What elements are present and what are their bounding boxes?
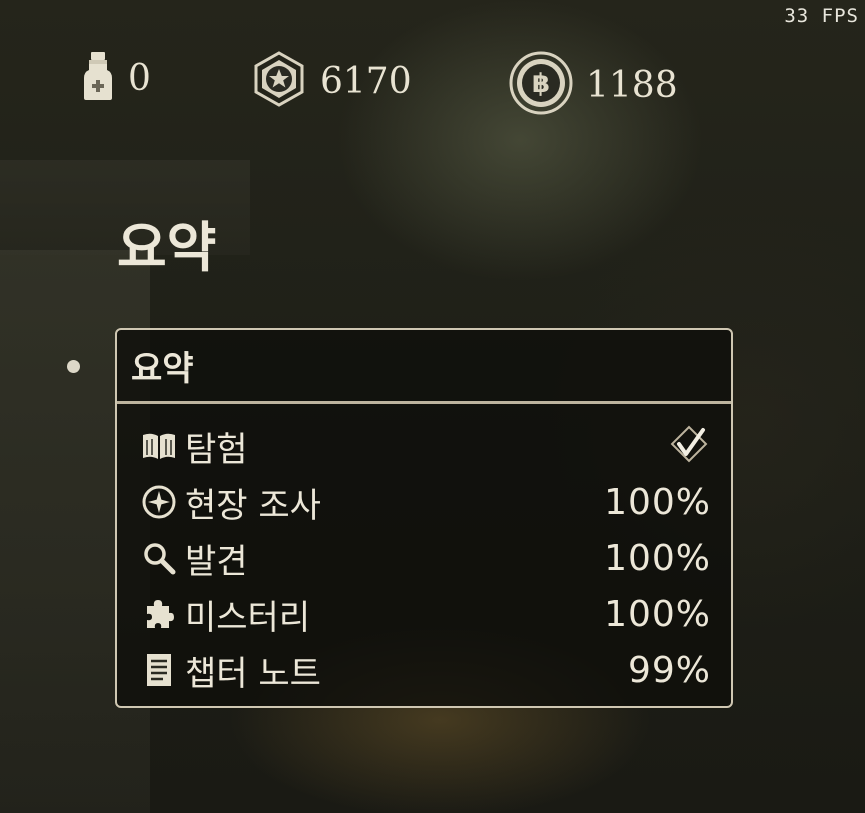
- summary-row-exploration: 탐험: [139, 418, 711, 474]
- row-value: 100%: [604, 537, 711, 579]
- row-label: 현장 조사: [185, 485, 321, 526]
- summary-panel-header: 요약: [117, 330, 731, 404]
- fps-counter: 33 FPS: [784, 5, 859, 27]
- magnifier-icon: [139, 538, 179, 578]
- selection-bullet: [67, 360, 80, 373]
- row-label: 발견: [185, 541, 248, 582]
- summary-row-chapter-notes: 챕터 노트 99%: [139, 642, 711, 698]
- row-value: 99%: [627, 649, 711, 691]
- row-label: 탐험: [185, 429, 248, 470]
- coin-count: 1188: [586, 64, 678, 106]
- summary-list: 탐험 현장 조사 100% 발견 100% 미스터리 100% 챕터 노트 99…: [117, 404, 731, 698]
- diamond-checkmark-icon: [667, 422, 711, 470]
- svg-text:฿: ฿: [532, 69, 550, 99]
- summary-row-field-investigation: 현장 조사 100%: [139, 474, 711, 530]
- baht-coin-icon: ฿: [508, 50, 574, 120]
- currency-stars: 6170: [250, 50, 412, 112]
- row-value: 100%: [604, 593, 711, 635]
- row-value: 100%: [604, 481, 711, 523]
- row-label: 챕터 노트: [185, 653, 321, 694]
- star-count: 6170: [320, 60, 412, 102]
- row-label: 미스터리: [185, 597, 311, 638]
- summary-row-mystery: 미스터리 100%: [139, 586, 711, 642]
- currency-coins: ฿ 1188: [508, 50, 678, 120]
- star-hexagon-icon: [250, 50, 308, 112]
- compass-icon: [139, 482, 179, 522]
- potion-bottle-icon: [80, 50, 116, 106]
- summary-row-discovery: 발견 100%: [139, 530, 711, 586]
- page-title: 요약: [117, 216, 217, 279]
- summary-panel[interactable]: 요약 탐험 현장 조사 100% 발견 100% 미스터리 100% 챕터 노트…: [115, 328, 733, 708]
- currency-potions: 0: [80, 50, 151, 106]
- notes-page-icon: [139, 650, 179, 690]
- potion-count: 0: [128, 57, 151, 99]
- open-book-icon: [139, 426, 179, 466]
- puzzle-piece-icon: [139, 594, 179, 634]
